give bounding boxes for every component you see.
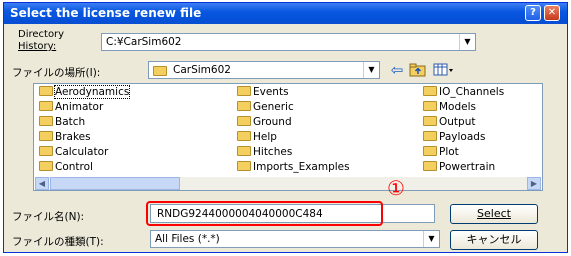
folder-icon [237, 116, 251, 126]
list-item[interactable]: Output [423, 116, 475, 129]
folder-icon [39, 101, 53, 111]
list-item-label: Imports_Examples [253, 161, 350, 173]
folder-icon [237, 101, 251, 111]
folder-icon [423, 161, 437, 171]
folder-icon [39, 131, 53, 141]
select-button[interactable]: Select [450, 204, 538, 224]
list-item[interactable]: Payloads [423, 131, 485, 144]
list-item[interactable]: Help [237, 131, 277, 144]
list-item[interactable]: Plot [423, 146, 459, 159]
list-item-label: Payloads [439, 131, 486, 143]
chevron-down-icon[interactable]: ▼ [423, 231, 439, 247]
folder-icon [423, 131, 437, 141]
folder-icon [423, 101, 437, 111]
list-item[interactable]: Aerodynamics [39, 85, 131, 99]
folder-icon [237, 131, 251, 141]
folder-icon [237, 146, 251, 156]
history-dropdown[interactable]: C:¥CarSim602 ▼ [101, 33, 476, 51]
list-item-label: Aerodynamics [53, 85, 131, 99]
list-item[interactable]: Animator [39, 101, 103, 114]
scroll-thumb[interactable] [50, 177, 180, 190]
folder-icon [39, 86, 53, 96]
list-item[interactable]: Ground [237, 116, 292, 129]
list-item[interactable]: Brakes [39, 131, 91, 144]
list-item[interactable]: Batch [39, 116, 85, 129]
list-item-label: Hitches [253, 146, 293, 158]
list-item[interactable]: IO_Channels [423, 86, 504, 99]
list-item-label: Plot [439, 146, 459, 158]
up-folder-icon[interactable] [409, 62, 427, 78]
scroll-right-icon[interactable]: ▶ [527, 177, 541, 190]
folder-icon [423, 146, 437, 156]
list-item[interactable]: Events [237, 86, 289, 99]
list-item-label: Events [253, 86, 289, 98]
view-menu-icon[interactable] [433, 62, 455, 78]
list-item-label: Output [439, 116, 476, 128]
annotation-marker: ① [387, 176, 405, 200]
file-list[interactable]: Aerodynamics Animator Batch Brakes Calculato… [33, 83, 543, 191]
folder-icon [237, 161, 251, 171]
folder-icon [39, 161, 53, 171]
history-label: Directory History: [18, 29, 64, 53]
list-item-label: IO_Channels [439, 86, 505, 98]
folder-icon [39, 146, 53, 156]
title-bar[interactable]: Select the license renew file ? ✕ [4, 3, 567, 24]
select-button-label: Select [477, 207, 511, 220]
look-in-label: ファイルの場所(I): [12, 67, 101, 79]
folder-icon [423, 86, 437, 96]
chevron-down-icon[interactable]: ▼ [459, 34, 475, 50]
filetype-label: ファイルの種類(T): [12, 236, 104, 248]
list-item[interactable]: Generic [237, 101, 294, 114]
filetype-value: All Files (*.*) [155, 233, 220, 245]
history-label-line2: History: [18, 41, 57, 52]
list-item[interactable]: Calculator [39, 146, 108, 159]
list-item-label: Batch [55, 116, 86, 128]
horizontal-scrollbar[interactable]: ◀ ▶ [35, 177, 541, 190]
list-item-label: Help [253, 131, 277, 143]
filename-label: ファイル名(N): [12, 211, 85, 223]
list-item-label: Calculator [55, 146, 109, 158]
list-item-label: Animator [55, 101, 104, 113]
close-button[interactable]: ✕ [544, 5, 560, 21]
list-item-label: Control [55, 161, 93, 173]
list-item-label: Powertrain [439, 161, 496, 173]
folder-icon [39, 116, 53, 126]
dialog-window: Select the license renew file ? ✕ Direct… [3, 2, 568, 253]
chevron-down-icon[interactable]: ▼ [363, 62, 379, 78]
list-item-label: Ground [253, 116, 292, 128]
filename-highlight [146, 201, 383, 226]
back-arrow-icon[interactable]: ⇦ [388, 61, 406, 79]
cancel-button[interactable]: キャンセル [450, 230, 538, 250]
list-item[interactable]: Control [39, 161, 93, 174]
help-button[interactable]: ? [525, 5, 541, 21]
folder-icon [423, 116, 437, 126]
list-item-label: Generic [253, 101, 294, 113]
list-item[interactable]: Powertrain [423, 161, 495, 174]
history-value: C:¥CarSim602 [106, 36, 182, 48]
look-in-folder-icon [153, 65, 169, 78]
list-item[interactable]: Hitches [237, 146, 292, 159]
look-in-dropdown[interactable]: CarSim602 ▼ [148, 61, 380, 79]
list-item-label: Models [439, 101, 476, 113]
window-title: Select the license renew file [10, 6, 202, 20]
scroll-left-icon[interactable]: ◀ [35, 177, 49, 190]
history-label-line1: Directory [18, 29, 65, 40]
list-item-label: Brakes [55, 131, 91, 143]
list-item[interactable]: Models [423, 101, 476, 114]
folder-icon [237, 86, 251, 96]
look-in-value: CarSim602 [173, 64, 231, 76]
list-item[interactable]: Imports_Examples [237, 161, 350, 174]
filetype-dropdown[interactable]: All Files (*.*) ▼ [150, 230, 440, 248]
